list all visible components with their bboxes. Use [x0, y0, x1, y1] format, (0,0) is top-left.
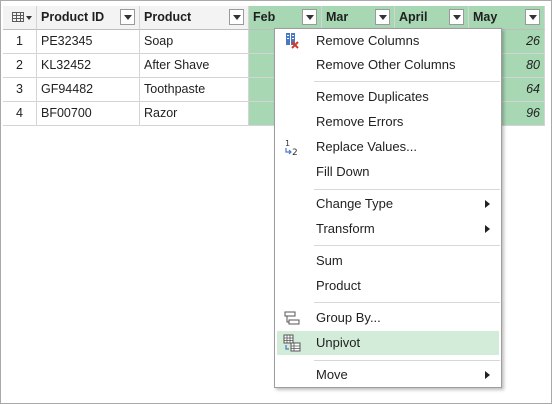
row-number: 2	[3, 54, 37, 78]
column-context-menu: Remove Columns Remove Other Columns Remo…	[274, 28, 502, 388]
product-cell[interactable]: After Shave	[140, 54, 249, 78]
row-number: 1	[3, 30, 37, 54]
menu-item-label: Group By...	[316, 310, 381, 325]
menu-item-label: Change Type	[316, 196, 394, 211]
column-header-may[interactable]: May	[469, 6, 545, 30]
menu-item-fill-down[interactable]: Fill Down	[277, 160, 499, 184]
column-header-product-id[interactable]: Product ID	[37, 6, 140, 30]
column-header-feb[interactable]: Feb	[249, 6, 322, 30]
header-row: Product ID Product Feb Mar April May	[3, 6, 545, 30]
menu-separator	[314, 302, 500, 303]
query-editor-frame: Product ID Product Feb Mar April May 1 P…	[0, 0, 552, 404]
column-header-label: May	[473, 10, 498, 24]
product-cell[interactable]: Toothpaste	[140, 78, 249, 102]
submenu-arrow-icon	[485, 200, 490, 208]
menu-item-label: Remove Columns	[316, 33, 420, 48]
menu-item-remove-columns[interactable]: Remove Columns	[277, 29, 499, 53]
dropdown-arrow-icon[interactable]	[449, 9, 464, 25]
menu-item-sum[interactable]: Sum	[277, 249, 499, 273]
product-cell[interactable]: Razor	[140, 102, 249, 126]
menu-item-label: Sum	[316, 253, 343, 268]
dropdown-arrow-icon[interactable]	[302, 9, 317, 25]
product-id-cell[interactable]: BF00700	[37, 102, 140, 126]
dropdown-arrow-icon[interactable]	[525, 9, 540, 25]
unpivot-icon	[283, 334, 301, 352]
column-header-label: Mar	[326, 10, 349, 24]
menu-item-group-by[interactable]: Group By...	[277, 306, 499, 330]
group-by-icon	[284, 311, 300, 325]
remove-columns-icon	[286, 33, 299, 49]
menu-item-label: Remove Other Columns	[316, 57, 456, 72]
column-header-april[interactable]: April	[395, 6, 469, 30]
product-id-cell[interactable]: PE32345	[37, 30, 140, 54]
table-menu-button[interactable]	[3, 6, 37, 30]
menu-item-remove-errors[interactable]: Remove Errors	[277, 110, 499, 134]
menu-item-product[interactable]: Product	[277, 274, 499, 298]
menu-item-remove-other-columns[interactable]: Remove Other Columns	[277, 53, 499, 77]
replace-icon-bottom-digit: 2	[292, 148, 298, 156]
menu-item-label: Move	[316, 367, 348, 382]
menu-separator	[314, 245, 500, 246]
column-header-label: Feb	[253, 10, 276, 24]
product-cell[interactable]: Soap	[140, 30, 249, 54]
product-id-cell[interactable]: GF94482	[37, 78, 140, 102]
dropdown-arrow-icon[interactable]	[120, 9, 135, 25]
menu-item-label: Fill Down	[316, 164, 370, 179]
row-number: 4	[3, 102, 37, 126]
dropdown-arrow-icon[interactable]	[375, 9, 390, 25]
column-header-label: April	[399, 10, 428, 24]
menu-item-label: Unpivot	[316, 335, 361, 350]
replace-icon-top-digit: 1	[285, 139, 290, 148]
product-id-cell[interactable]: KL32452	[37, 54, 140, 78]
submenu-arrow-icon	[485, 225, 490, 233]
menu-separator	[314, 360, 500, 361]
dropdown-arrow-icon[interactable]	[229, 9, 244, 25]
chevron-down-icon	[26, 16, 32, 20]
column-header-product[interactable]: Product	[140, 6, 249, 30]
menu-item-label: Remove Duplicates	[316, 89, 429, 104]
menu-item-transform[interactable]: Transform	[277, 217, 499, 241]
menu-item-label: Transform	[316, 221, 375, 236]
menu-separator	[314, 189, 500, 190]
menu-item-move[interactable]: Move	[277, 363, 499, 387]
menu-item-label: Remove Errors	[316, 114, 404, 129]
menu-separator	[314, 81, 500, 82]
menu-item-change-type[interactable]: Change Type	[277, 192, 499, 216]
submenu-arrow-icon	[485, 371, 490, 379]
menu-item-label: Replace Values...	[316, 139, 417, 154]
menu-item-unpivot[interactable]: Unpivot	[277, 331, 499, 355]
column-header-label: Product	[144, 10, 192, 24]
replace-values-icon: 1 2	[285, 139, 298, 156]
row-number: 3	[3, 78, 37, 102]
menu-item-label: Product	[316, 278, 361, 293]
column-header-label: Product ID	[41, 10, 105, 24]
menu-item-remove-duplicates[interactable]: Remove Duplicates	[277, 85, 499, 109]
column-header-mar[interactable]: Mar	[322, 6, 395, 30]
table-icon	[12, 12, 24, 22]
menu-item-replace-values[interactable]: 1 2 Replace Values...	[277, 135, 499, 159]
